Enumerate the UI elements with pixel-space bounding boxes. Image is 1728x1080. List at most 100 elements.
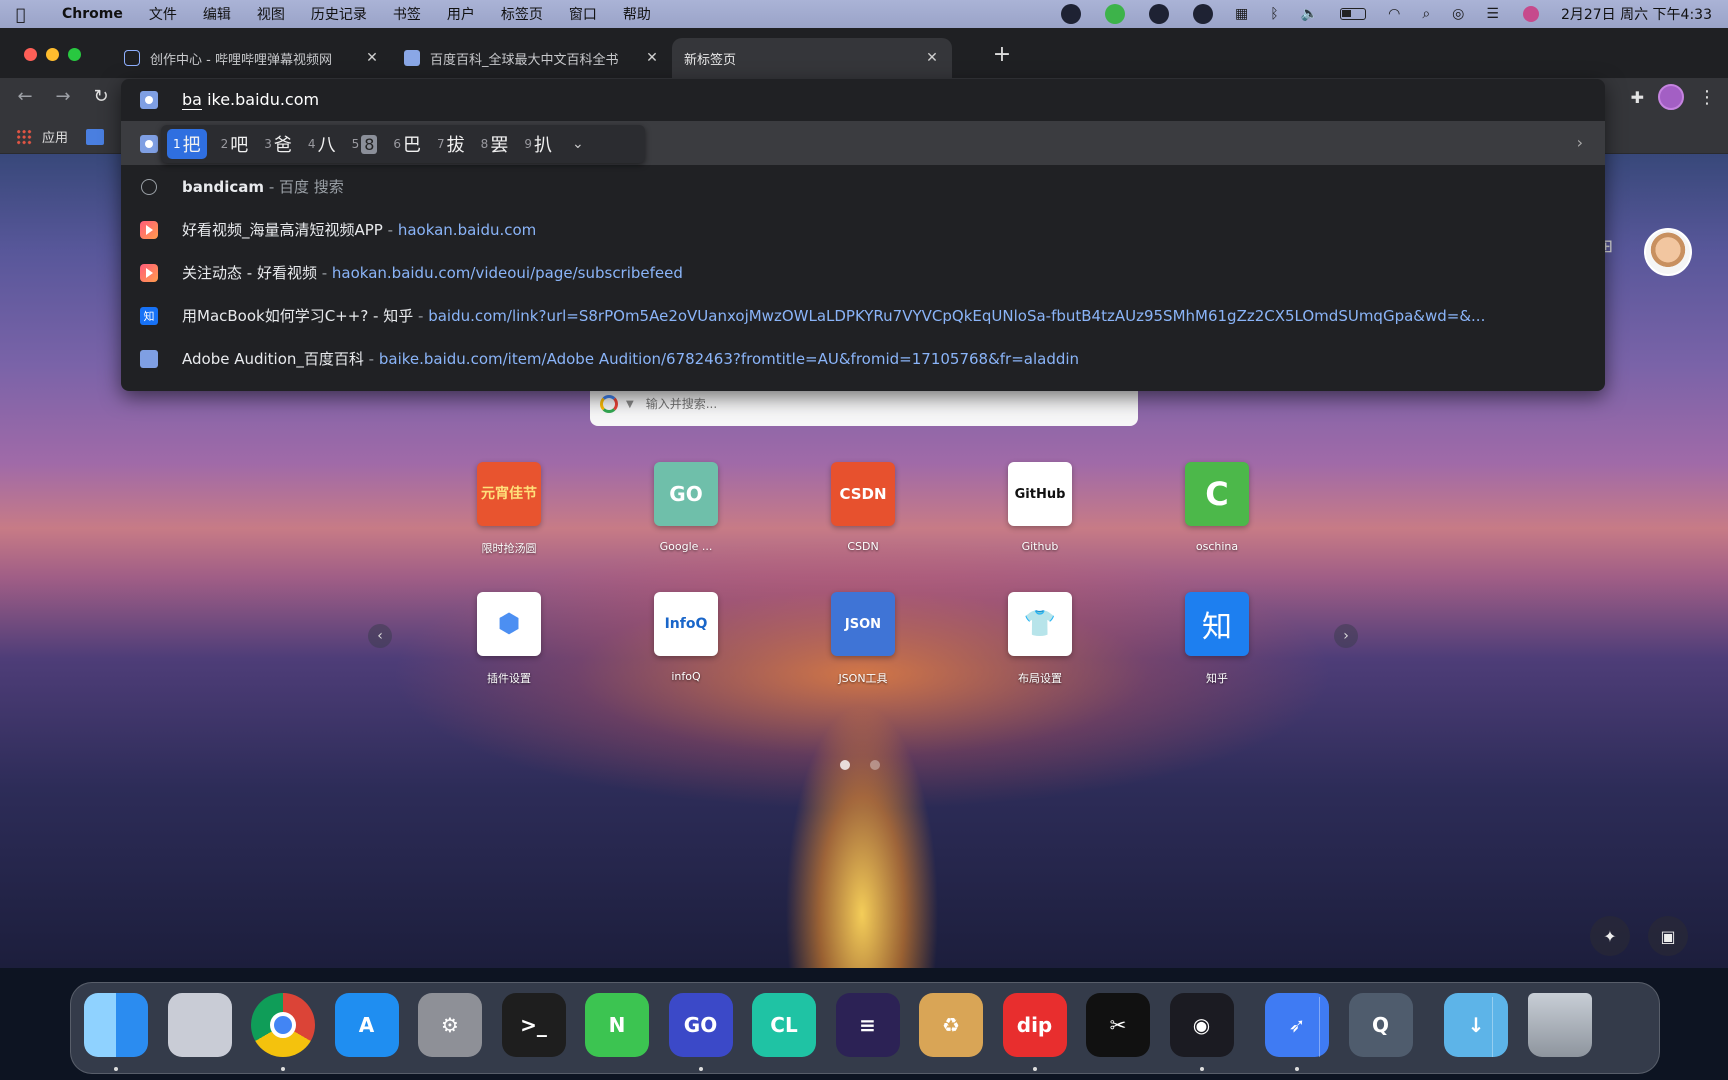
menu-help[interactable]: 帮助 (623, 4, 651, 24)
translate-bookmark-icon[interactable] (86, 128, 105, 145)
user-switch-icon[interactable]: ◎ (1452, 6, 1464, 22)
dock-archive-icon[interactable]: ♻ (919, 993, 983, 1057)
ime-candidate-3[interactable]: 3爸 (264, 131, 292, 157)
dock-goland-eap-icon[interactable]: GO (668, 993, 733, 1057)
shortcut-plugin-settings[interactable]: ⬢ 插件设置 (454, 592, 564, 686)
suggestion-row[interactable]: 知 用MacBook如何学习C++? - 知乎 - baidu.com/link… (121, 294, 1605, 337)
google-icon[interactable] (600, 395, 618, 413)
omnibox-highlighted-row[interactable]: › 1把 2吧 3爸 4八 58 6巴 7拔 8罢 9扒 ⌄ (121, 121, 1605, 165)
shortcut-google[interactable]: GO Google ... (631, 462, 741, 553)
dock-app-store-icon[interactable]: A (334, 993, 399, 1057)
dock-eclipse-icon[interactable]: ≡ (835, 993, 900, 1057)
theme-colors-icon[interactable]: ✦ (1590, 916, 1630, 956)
shortcut-json-tool[interactable]: JSON JSON工具 (808, 592, 918, 686)
shortcuts-next-icon[interactable]: › (1334, 624, 1358, 648)
chevron-right-icon[interactable]: › (1577, 133, 1583, 152)
dock-obs-icon[interactable]: ◉ (1169, 993, 1234, 1057)
wifi-icon[interactable]: ◠ (1388, 6, 1400, 22)
omnibox-input-row[interactable]: ba ike.baidu.com (121, 79, 1605, 121)
menu-tabs[interactable]: 标签页 (501, 4, 543, 24)
dock-quicktime-icon[interactable]: Q (1348, 993, 1413, 1057)
suggestion-row[interactable]: 关注动态 - 好看视频 - haokan.baidu.com/videoui/p… (121, 251, 1605, 294)
shortcut-zhihu[interactable]: 知 知乎 (1162, 592, 1272, 686)
control-center-icon[interactable]: ☰ (1486, 6, 1499, 22)
bluetooth-icon[interactable]: ᛒ (1270, 6, 1278, 22)
tab-new-tab-page[interactable]: 新标签页 ✕ (672, 38, 952, 78)
dock-clion-icon[interactable]: CL (752, 993, 816, 1057)
ime-candidate-6[interactable]: 6巴 (393, 131, 421, 157)
page-dot[interactable] (840, 760, 850, 770)
shortcut-infoq[interactable]: InfoQ infoQ (631, 592, 741, 683)
suggestion-row[interactable]: 好看视频_海量高清短视频APP - haokan.baidu.com (121, 208, 1605, 251)
engine-dropdown-icon[interactable]: ▼ (626, 399, 634, 410)
dock-trash-icon[interactable] (1527, 993, 1592, 1057)
spotlight-search-icon[interactable]: ⌕ (1422, 6, 1430, 22)
ime-candidate-2[interactable]: 2吧 (221, 131, 249, 157)
ime-candidate-8[interactable]: 8罢 (481, 131, 509, 157)
ntp-search-input[interactable] (645, 397, 1046, 411)
tab-baike[interactable]: 百度百科_全球最大中文百科全书 ✕ (392, 38, 672, 78)
forward-arrow-icon[interactable]: → (44, 86, 82, 107)
menu-view[interactable]: 视图 (257, 4, 285, 24)
reload-icon[interactable]: ↻ (82, 86, 120, 107)
extensions-puzzle-icon[interactable]: ✚ (1631, 88, 1644, 107)
obs-tray-icon[interactable] (1061, 4, 1082, 24)
close-window-button[interactable] (24, 48, 37, 61)
dock-system-preferences-icon[interactable]: ⚙ (418, 993, 482, 1057)
dock-capcut-icon[interactable]: ✂ (1086, 993, 1150, 1057)
menu-app-name[interactable]: Chrome (62, 6, 123, 22)
ap-tray-icon[interactable] (1193, 4, 1214, 24)
dock-finder-icon[interactable] (84, 993, 148, 1057)
omnibox-text[interactable]: ba ike.baidu.com (182, 90, 319, 110)
close-tab-icon[interactable]: ✕ (644, 50, 660, 66)
menu-edit[interactable]: 编辑 (203, 4, 231, 24)
shortcuts-prev-icon[interactable]: ‹ (368, 624, 392, 648)
menu-file[interactable]: 文件 (149, 4, 177, 24)
minimize-window-button[interactable] (46, 48, 59, 61)
dock-launchpad-icon[interactable] (167, 993, 232, 1057)
ime-candidate-9[interactable]: 9扒 (524, 131, 552, 157)
new-tab-button[interactable]: + (990, 42, 1014, 67)
shortcut-lantern-festival[interactable]: 元宵佳节 限时抢汤圆 (454, 462, 564, 556)
tab-bilibili[interactable]: 创作中心 - 哔哩哔哩弹幕视频网 ✕ (112, 38, 392, 78)
ime-candidate-5[interactable]: 58 (352, 134, 378, 154)
ntp-profile-avatar[interactable] (1644, 228, 1692, 276)
close-tab-icon[interactable]: ✕ (364, 50, 380, 66)
suggestion-row[interactable]: bandicam - 百度 搜索 (121, 165, 1605, 208)
notion-tray-icon[interactable] (1105, 4, 1126, 24)
fullscreen-window-button[interactable] (68, 48, 81, 61)
ime-expand-chevron-icon[interactable]: ⌄ (572, 136, 584, 152)
chrome-menu-icon[interactable]: ⋮ (1698, 87, 1716, 108)
dock-notion-n-icon[interactable]: N (585, 993, 649, 1057)
tab-strip: 创作中心 - 哔哩哔哩弹幕视频网 ✕ 百度百科_全球最大中文百科全书 ✕ 新标签… (0, 28, 1728, 78)
dock-chrome-icon[interactable] (251, 993, 315, 1057)
calendar-tray-icon[interactable]: ▦ (1235, 6, 1248, 22)
wallpaper-image-icon[interactable]: ▣ (1648, 916, 1688, 956)
shortcut-github[interactable]: GitHub Github (985, 462, 1095, 553)
ime-candidate-1[interactable]: 1把 (167, 129, 207, 159)
apple-icon[interactable]:  (16, 5, 34, 24)
menu-history[interactable]: 历史记录 (311, 4, 367, 24)
battery-icon[interactable] (1340, 8, 1367, 20)
dock-terminal-icon[interactable]: >_ (501, 993, 566, 1057)
back-arrow-icon[interactable]: ← (6, 86, 44, 107)
volume-icon[interactable]: 🔈 (1301, 6, 1318, 22)
menu-bar-clock[interactable]: 2月27日 周六 下午4:33 (1561, 4, 1712, 24)
menu-profiles[interactable]: 用户 (447, 4, 475, 24)
shortcut-csdn[interactable]: CSDN CSDN (808, 462, 918, 553)
shortcut-oschina[interactable]: C oschina (1162, 462, 1272, 553)
dock-dip-icon[interactable]: dip (1002, 993, 1067, 1057)
close-tab-icon[interactable]: ✕ (924, 50, 940, 66)
siri-icon[interactable] (1522, 6, 1539, 22)
vpn-tray-icon[interactable] (1149, 4, 1170, 24)
ime-candidate-4[interactable]: 4八 (308, 131, 336, 157)
suggestion-row[interactable]: Adobe Audition_百度百科 - baike.baidu.com/it… (121, 337, 1605, 380)
ime-candidate-7[interactable]: 7拔 (437, 131, 465, 157)
dock-downloads-icon[interactable]: ↓ (1444, 993, 1508, 1057)
profile-avatar-button[interactable] (1658, 84, 1684, 110)
menu-window[interactable]: 窗口 (569, 4, 597, 24)
bookmark-apps[interactable]: 应用 (42, 127, 68, 146)
menu-bookmarks[interactable]: 书签 (393, 4, 421, 24)
shortcut-layout-settings[interactable]: 👕 布局设置 (985, 592, 1095, 686)
page-dot[interactable] (870, 760, 880, 770)
